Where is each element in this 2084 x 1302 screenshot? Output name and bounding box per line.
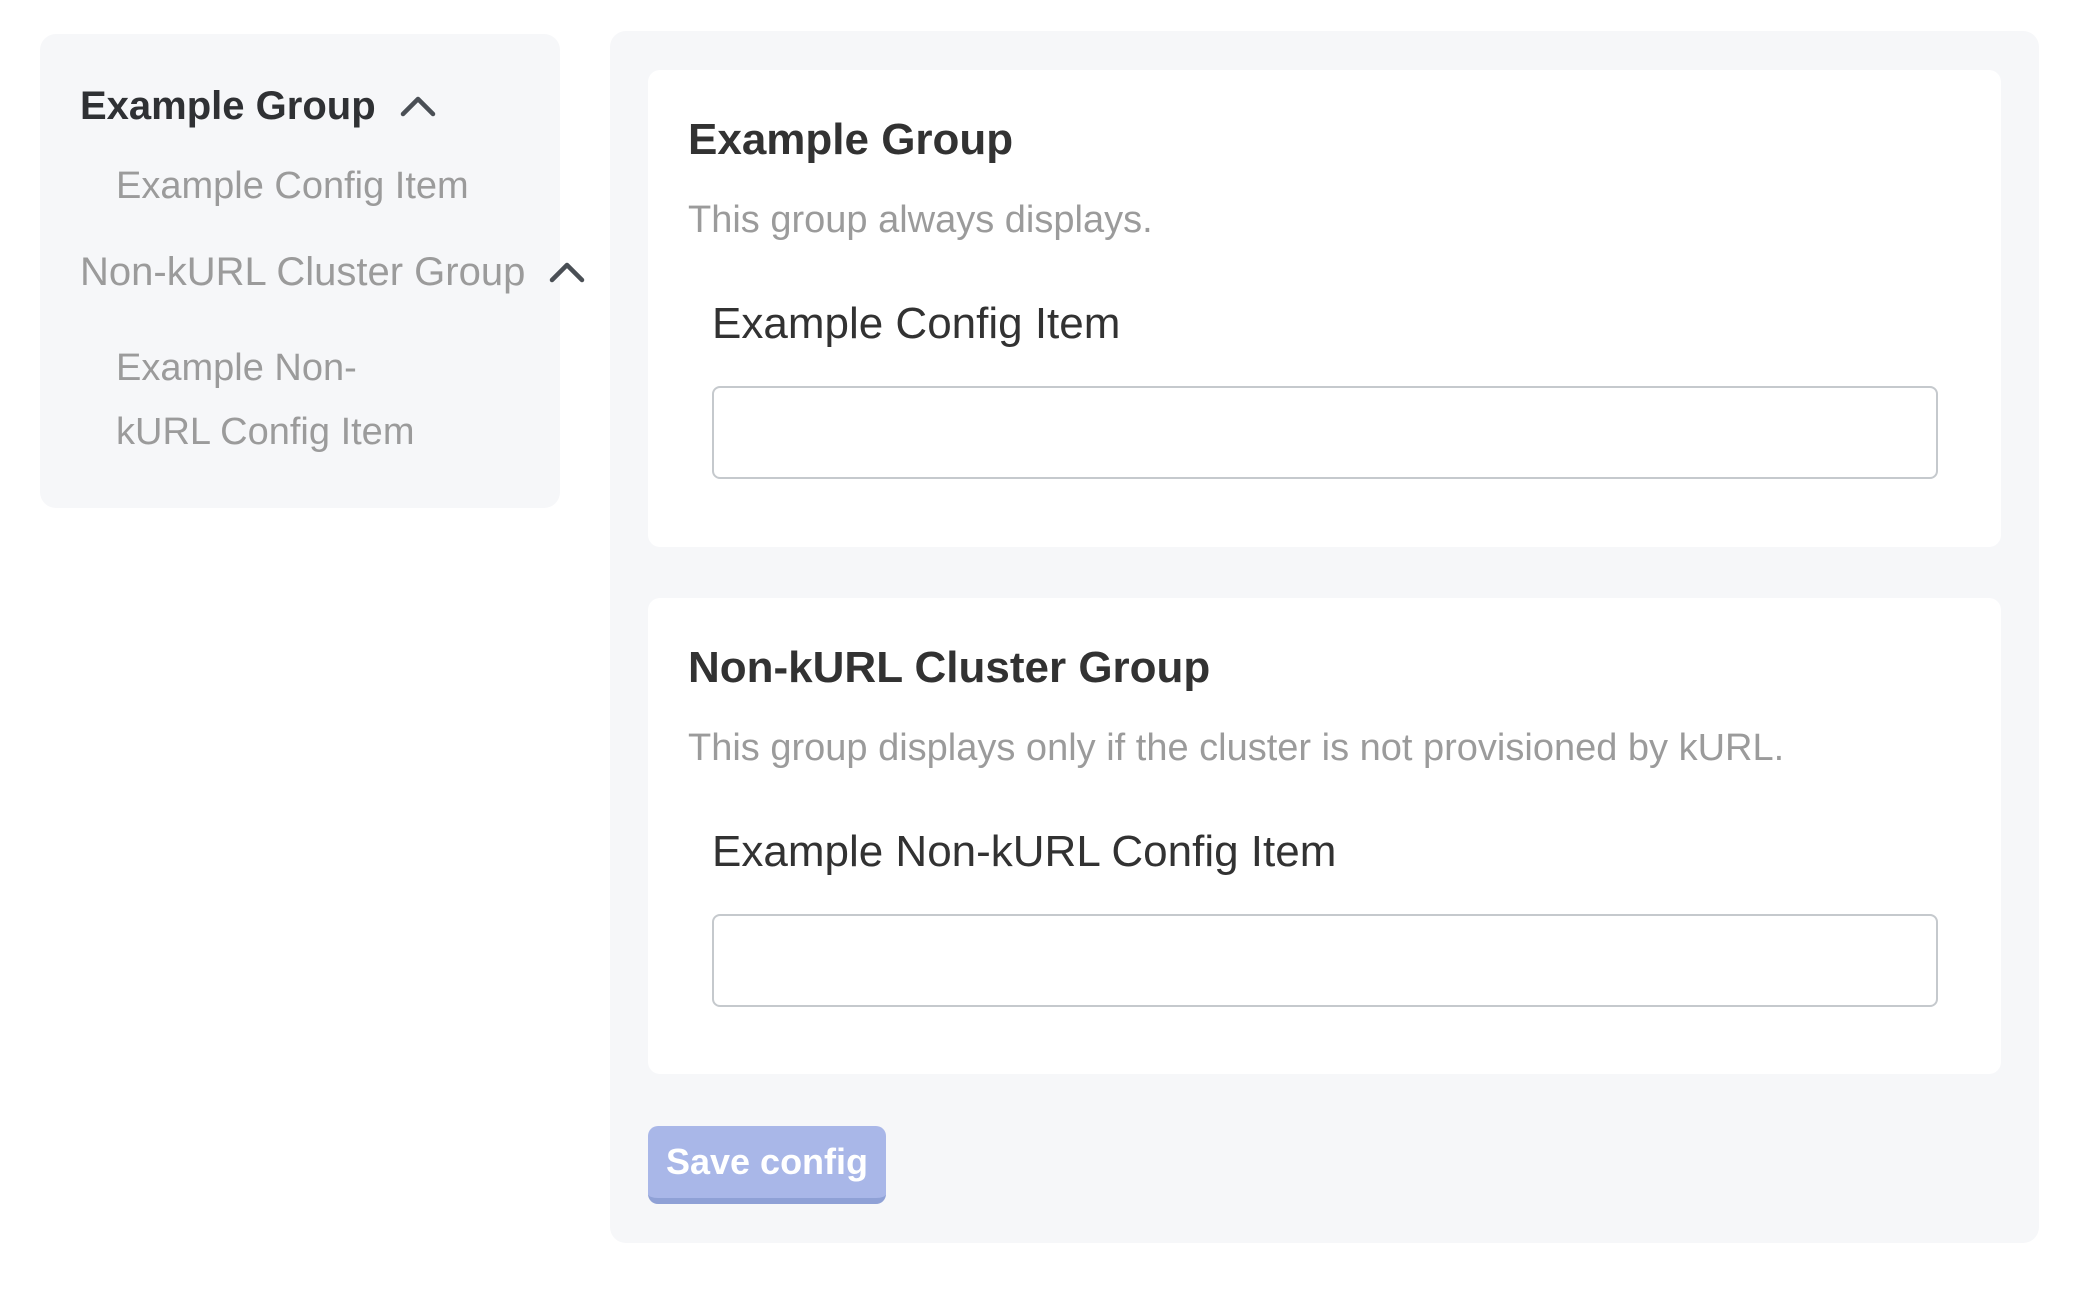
example-non-kurl-config-item-input[interactable] [712, 914, 1938, 1007]
save-config-button[interactable]: Save config [648, 1126, 886, 1204]
sidebar-item-example-config-item[interactable]: Example Config Item [116, 164, 524, 208]
config-item-block: Example Config Item [712, 300, 1938, 479]
sidebar-group-label: Example Group [80, 84, 376, 128]
config-panel: Example Group This group always displays… [610, 31, 2039, 1243]
config-group-card-example-group: Example Group This group always displays… [648, 70, 2001, 547]
config-item-label: Example Config Item [712, 300, 1938, 348]
chevron-up-icon [545, 257, 589, 287]
group-title: Non-kURL Cluster Group [688, 644, 1938, 692]
group-description: This group always displays. [688, 198, 1938, 242]
chevron-up-icon [396, 91, 440, 121]
sidebar-item-example-non-kurl-config-item[interactable]: Example Non-kURL Config Item [116, 336, 446, 464]
config-nav-sidebar: Example Group Example Config Item Non-kU… [40, 34, 560, 508]
example-config-item-input[interactable] [712, 386, 1938, 479]
sidebar-group-non-kurl-cluster-group[interactable]: Non-kURL Cluster Group [80, 250, 524, 294]
sidebar-group-example-group[interactable]: Example Group [80, 84, 524, 128]
group-description: This group displays only if the cluster … [688, 726, 1938, 770]
config-item-block: Example Non-kURL Config Item [712, 828, 1938, 1007]
sidebar-group-label: Non-kURL Cluster Group [80, 250, 525, 294]
config-item-label: Example Non-kURL Config Item [712, 828, 1938, 876]
group-title: Example Group [688, 116, 1938, 164]
config-group-card-non-kurl-cluster-group: Non-kURL Cluster Group This group displa… [648, 598, 2001, 1074]
